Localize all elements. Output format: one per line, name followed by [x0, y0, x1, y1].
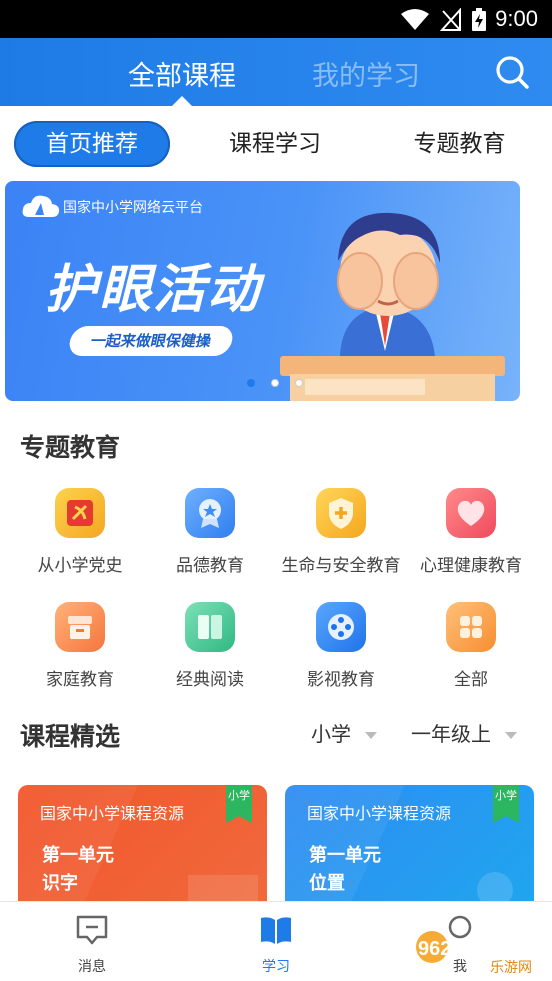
site-watermark: 962.NET 乐游网	[412, 925, 546, 977]
courses-section-title: 课程精选	[20, 722, 121, 751]
course-source: 国家中小学课程资源	[40, 804, 185, 823]
topic-label: 影视教育	[307, 670, 375, 690]
medal-icon	[185, 488, 235, 538]
pagination-dot[interactable]	[295, 379, 303, 387]
topic-moral-education[interactable]: 品德教育	[145, 488, 275, 576]
topic-label: 经典阅读	[176, 670, 244, 690]
topic-mental-health[interactable]: 心理健康教育	[406, 488, 536, 576]
shield-icon	[316, 488, 366, 538]
cloud-logo-icon	[22, 195, 60, 217]
filter-school-level[interactable]: 小学	[311, 718, 377, 747]
nav-label: 学习	[262, 959, 290, 975]
course-name: 位置	[309, 873, 345, 894]
course-unit: 第一单元	[309, 845, 381, 866]
book-icon	[185, 602, 235, 652]
grid-icon	[446, 602, 496, 652]
tab-my-learning[interactable]: 我的学习	[312, 54, 420, 93]
topic-classic-reading[interactable]: 经典阅读	[145, 602, 275, 690]
course-card[interactable]: 国家中小学课程资源 第一单元 位置 小学	[285, 785, 534, 915]
filter-grade[interactable]: 一年级上	[411, 718, 517, 747]
boy-covering-eyes-illustration	[280, 212, 505, 401]
battery-charging-icon	[472, 8, 486, 31]
banner-title: 护眼活动	[45, 260, 262, 320]
watermark-site: 乐游网	[490, 960, 532, 976]
house-icon	[55, 602, 105, 652]
chevron-down-icon	[365, 732, 377, 739]
course-card[interactable]: 国家中小学课程资源 第一单元 识字 小学	[18, 785, 267, 915]
top-header: 全部课程 我的学习	[0, 38, 552, 106]
pagination-dot[interactable]	[271, 379, 279, 387]
watermark-brand: 962.NET	[418, 938, 497, 960]
topic-family-education[interactable]: 家庭教育	[15, 602, 145, 690]
status-time: 9:00	[495, 6, 538, 31]
wifi-icon	[401, 9, 429, 30]
film-reel-icon	[316, 602, 366, 652]
banner-subtitle-pill: 一起来做眼保健操	[66, 326, 236, 356]
promo-banner[interactable]: 国家中小学网络云平台 护眼活动 一起来做眼保健操	[5, 181, 520, 401]
topic-life-safety[interactable]: 生命与安全教育	[276, 488, 406, 576]
topic-label: 心理健康教育	[420, 556, 522, 576]
pagination-dot[interactable]	[247, 379, 255, 387]
nav-study[interactable]: 学习	[236, 914, 316, 976]
topic-label: 品德教育	[176, 556, 244, 576]
status-bar: 9:00	[0, 0, 552, 38]
filter-label: 小学	[311, 722, 351, 746]
message-icon	[76, 915, 108, 945]
nav-label: 消息	[78, 959, 106, 975]
active-tab-indicator	[172, 96, 192, 106]
topic-label: 从小学党史	[37, 556, 123, 576]
open-book-icon	[261, 917, 291, 944]
subtab-home-recommend[interactable]: 首页推荐	[14, 121, 170, 167]
topic-film-education[interactable]: 影视教育	[276, 602, 406, 690]
topic-label: 全部	[454, 670, 488, 690]
topic-label: 家庭教育	[46, 670, 114, 690]
course-unit: 第一单元	[42, 845, 114, 866]
platform-name: 国家中小学网络云平台	[63, 200, 203, 216]
course-name: 识字	[42, 873, 78, 894]
topics-section-title: 专题教育	[20, 433, 121, 462]
party-emblem-icon	[55, 488, 105, 538]
nav-messages[interactable]: 消息	[52, 914, 132, 976]
banner-subtitle: 一起来做眼保健操	[89, 332, 213, 350]
topic-label: 生命与安全教育	[281, 556, 401, 576]
heart-icon	[446, 488, 496, 538]
course-source: 国家中小学课程资源	[307, 804, 452, 823]
search-icon[interactable]	[495, 55, 529, 89]
chevron-down-icon	[505, 732, 517, 739]
filter-label: 一年级上	[411, 722, 491, 746]
no-signal-icon	[440, 8, 461, 31]
tab-all-courses[interactable]: 全部课程	[128, 54, 236, 93]
subtab-topic-education[interactable]: 专题教育	[392, 121, 527, 167]
topic-party-history[interactable]: 从小学党史	[15, 488, 145, 576]
subtab-course-study[interactable]: 课程学习	[205, 121, 345, 167]
topic-all[interactable]: 全部	[406, 602, 536, 690]
